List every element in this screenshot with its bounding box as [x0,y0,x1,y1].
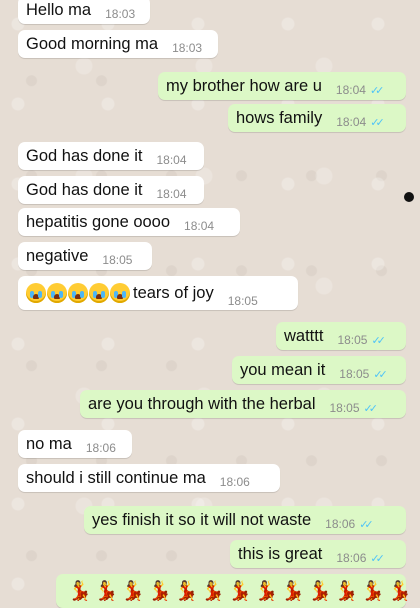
dancer-icon: 💃 [228,581,252,602]
message-bubble-incoming[interactable]: Good morning ma 18:03 [18,30,218,58]
message-time: 18:05 [329,401,360,415]
crying-face-icon [26,283,46,303]
crying-face-icon [47,283,67,303]
message-text: Good morning ma [26,34,159,53]
message-bubble-outgoing[interactable]: hows family 18:04 ✓✓ [228,104,406,132]
message-time: 18:06 [325,517,356,531]
message-text: God has done it [26,146,143,165]
message-time: 18:03 [105,7,136,21]
message-bubble-outgoing[interactable]: watttt 18:05 ✓✓ [276,322,406,350]
message-bubble-incoming[interactable]: hepatitis gone oooo 18:04 [18,208,240,236]
message-time: 18:05 [102,253,133,267]
message-bubble-outgoing[interactable]: yes finish it so it will not waste 18:06… [84,506,406,534]
message-bubble-incoming[interactable]: God has done it 18:04 [18,142,204,170]
crying-face-icon [110,283,130,303]
message-text: this is great [238,544,323,563]
message-text: tears of joy [133,283,214,302]
message-bubble-outgoing[interactable]: my brother how are u 18:04 ✓✓ [158,72,406,100]
chat-message-list[interactable]: Hello ma 18:03 Good morning ma 18:03 my … [0,0,420,608]
message-bubble-incoming[interactable]: God has done it 18:04 [18,176,204,204]
read-receipt-icon: ✓✓ [370,116,385,129]
dancer-icon: 💃 [281,581,306,602]
read-receipt-icon: ✓✓ [363,402,379,415]
message-text: my brother how are u [166,76,322,95]
message-time: 18:05 [339,367,370,381]
message-text: God has done it [26,180,143,199]
message-bubble-incoming[interactable]: negative 18:05 [18,242,152,270]
message-time: 18:06 [219,475,250,489]
dancer-icon: 💃 [254,581,279,602]
dancer-icon: 💃 [68,581,92,602]
read-receipt-icon: ✓✓ [359,518,374,531]
message-bubble-outgoing[interactable]: you mean it 18:05 ✓✓ [232,356,406,384]
message-time: 18:04 [335,83,366,97]
crying-face-icon [89,283,109,303]
message-time: 18:04 [156,153,187,167]
crying-face-icon [26,283,131,303]
message-text: watttt [284,326,324,345]
message-time: 18:05 [337,333,368,347]
message-text: hepatitis gone oooo [26,212,171,231]
dancer-icon: 💃 [94,581,119,602]
crying-face-icon [68,283,88,303]
dancer-icon: 💃 [121,581,146,602]
message-bubble-incoming[interactable]: tears of joy 18:05 [18,276,298,310]
read-receipt-icon: ✓✓ [370,552,385,565]
message-time: 18:03 [172,41,203,55]
message-text: should i still continue ma [26,468,206,487]
message-time: 18:04 [156,187,187,201]
message-time: 18:05 [227,294,258,308]
message-bubble-outgoing[interactable]: 💃 💃 💃 💃 💃 💃 💃 💃 💃 💃 💃 💃 💃 [56,574,412,608]
message-text: no ma [26,434,72,453]
dancer-icon: 💃 [148,581,172,602]
message-time: 18:04 [184,219,215,233]
dancer-icon: 💃 [174,581,199,602]
message-bubble-incoming[interactable]: should i still continue ma 18:06 [18,464,280,492]
dancer-emoji-row: 💃 💃 💃 💃 💃 💃 💃 💃 💃 💃 💃 💃 💃 [68,579,415,603]
message-text: Hello ma [26,0,92,19]
read-receipt-icon: ✓✓ [369,84,385,97]
message-text: yes finish it so it will not waste [92,510,312,529]
message-text: you mean it [240,360,326,379]
read-receipt-icon: ✓✓ [371,334,386,347]
dancer-icon: 💃 [334,581,359,602]
message-text: negative [26,246,89,265]
message-time: 18:06 [85,441,116,455]
message-time: 18:04 [336,115,367,129]
message-bubble-incoming[interactable]: Hello ma 18:03 [18,0,150,24]
dancer-icon: 💃 [388,581,412,602]
message-bubble-incoming[interactable]: no ma 18:06 [18,430,132,458]
message-text: are you through with the herbal [88,394,316,413]
dancer-icon: 💃 [308,581,332,602]
dancer-icon: 💃 [361,581,386,602]
message-bubble-outgoing[interactable]: this is great 18:06 ✓✓ [230,540,406,568]
dancer-icon: 💃 [201,581,226,602]
message-text: hows family [236,108,323,127]
read-receipt-icon: ✓✓ [373,368,388,381]
scroll-indicator[interactable] [404,192,414,202]
message-bubble-outgoing[interactable]: are you through with the herbal 18:05 ✓✓ [80,390,406,418]
message-time: 18:06 [336,551,367,565]
